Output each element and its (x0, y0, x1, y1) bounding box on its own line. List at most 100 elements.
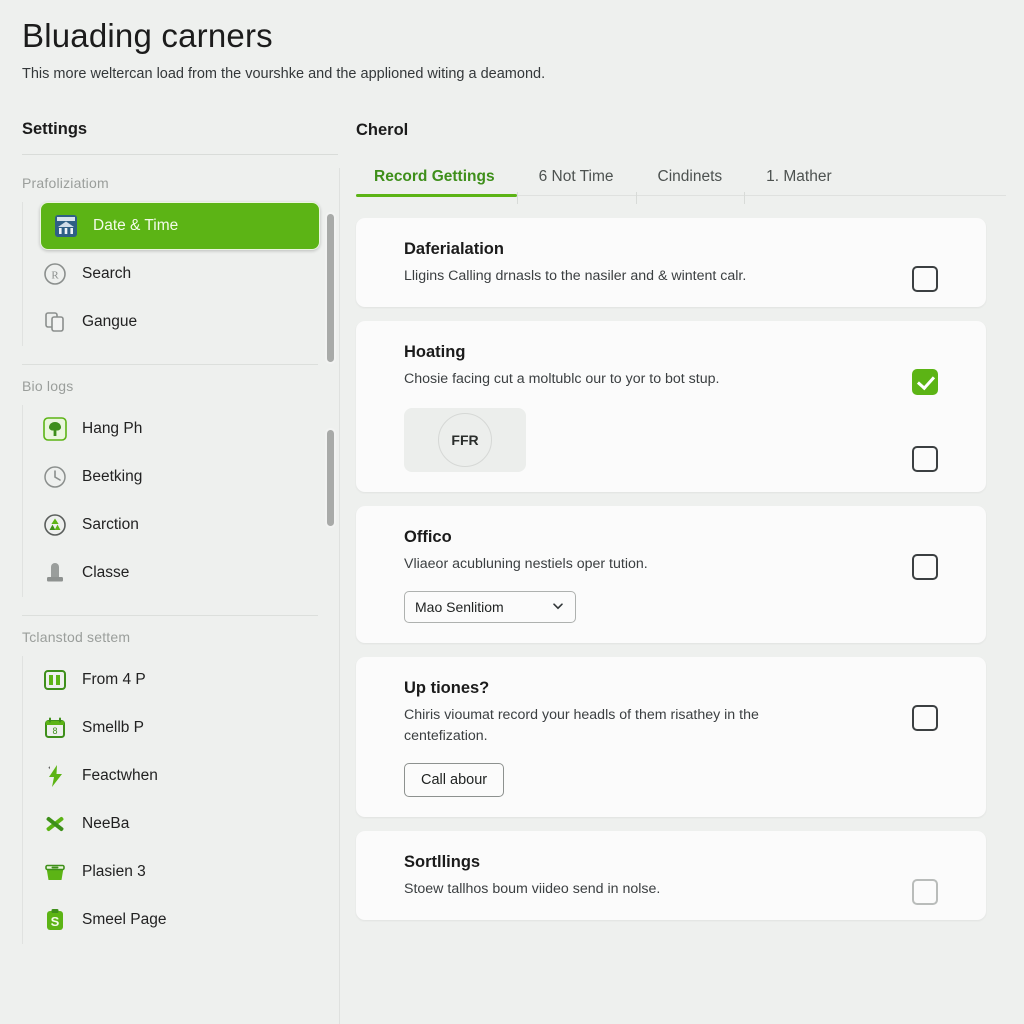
sidebar-section-rule (22, 615, 318, 616)
tree-icon (42, 416, 68, 442)
tab-record-gettings[interactable]: Record Gettings (356, 162, 517, 204)
clock-icon (42, 464, 68, 490)
card-title: Offico (404, 528, 452, 546)
card-title: Up tiones? (404, 679, 490, 697)
svg-text:R: R (51, 270, 59, 282)
card-select-value: Mao Senlitiom (415, 599, 504, 615)
sidebar-item-sarction[interactable]: Sarction (22, 501, 320, 549)
sidebar-item-date-time[interactable]: Date & Time (40, 202, 320, 250)
tab-cindinets[interactable]: Cindinets (636, 162, 745, 204)
sidebar-item-search[interactable]: R Search (22, 250, 320, 298)
tab-label: 1. Mather (766, 168, 832, 185)
card-action-button[interactable]: Call abour (404, 763, 505, 797)
sidebar-item-smellb-p[interactable]: 8 Smellb P (22, 704, 320, 752)
sidebar-item-label: Classe (82, 564, 130, 581)
app-root: Bluading carners This more weltercan loa… (0, 0, 1024, 1024)
bolt-icon (42, 763, 68, 789)
sidebar-section-items: Hang Ph Beetking Sarction Classe (0, 405, 340, 597)
sidebar: Prafoliziatiom Date & Time R Search Gangue Bi… (0, 168, 340, 1024)
page-header: Bluading carners This more weltercan loa… (22, 14, 1002, 84)
sidebar-item-label: Smeel Page (82, 911, 167, 928)
settings-card-list: Daferialation Lligins Calling drnasls to … (356, 218, 1006, 920)
sidebar-item-label: Plasien 3 (82, 863, 146, 880)
sidebar-item-beetking[interactable]: Beetking (22, 453, 320, 501)
page-subtitle: This more weltercan load from the voursh… (22, 66, 546, 82)
sidebar-item-label: Feactwhen (82, 767, 158, 784)
sidebar-item-neeba[interactable]: NeeBa (22, 800, 320, 848)
sidebar-section-label: Bio logs (22, 378, 74, 394)
settings-card: Daferialation Lligins Calling drnasls to … (356, 218, 986, 307)
tab-6-not-time[interactable]: 6 Not Time (517, 162, 636, 204)
sidebar-section-rule (22, 364, 318, 365)
sidebar-item-feactwhen[interactable]: Feactwhen (22, 752, 320, 800)
settings-card: Up tiones? Chiris vioumat record your hea… (356, 657, 986, 817)
clipboard-dollar-icon: S (42, 907, 68, 933)
sidebar-item-label: Hang Ph (82, 420, 143, 437)
sidebar-section-2: Tclanstod settem From 4 P 8 Smellb P Feactwh… (0, 622, 340, 944)
sidebar-section-0: Prafoliziatiom Date & Time R Search Gangue (0, 168, 340, 346)
svg-text:S: S (51, 914, 60, 929)
sidebar-item-label: Gangue (82, 313, 138, 330)
sidebar-scrollbar-2[interactable] (327, 430, 334, 526)
card-select[interactable]: Mao Senlitiom (404, 591, 576, 623)
sidebar-section-items: From 4 P 8 Smellb P Feactwhen NeeBa Plasien 3… (0, 656, 340, 944)
card-checkbox[interactable] (912, 705, 938, 731)
card-checkbox[interactable] (912, 554, 938, 580)
card-checkbox[interactable] (912, 266, 938, 292)
sidebar-item-label: Beetking (82, 468, 143, 485)
sidebar-item-hang-ph[interactable]: Hang Ph (22, 405, 320, 453)
card-secondary-checkbox[interactable] (912, 446, 938, 472)
window-split-icon (42, 667, 68, 693)
sidebar-section-items: Date & Time R Search Gangue (0, 202, 340, 346)
badge-tile[interactable]: FFR (404, 408, 526, 472)
sidebar-heading: Settings (22, 120, 88, 138)
bollard-icon (42, 560, 68, 586)
sidebar-section-label: Prafoliziatiom (22, 175, 109, 191)
sidebar-item-smeel-page[interactable]: S Smeel Page (22, 896, 320, 944)
card-description: Vliaeor acubluning nestiels oper tution. (404, 556, 648, 572)
sidebar-item-label: Search (82, 265, 132, 282)
card-description: Stoew tallhos boum viideo send in nolse. (404, 881, 661, 897)
settings-card: Hoating Chosie facing cut a moltublc our … (356, 321, 986, 492)
basket-icon (42, 859, 68, 885)
copy-icon (42, 309, 68, 335)
card-description: Chosie facing cut a moltublc our to yor … (404, 371, 720, 387)
sidebar-item-label: Sarction (82, 516, 139, 533)
sidebar-item-gangue[interactable]: Gangue (22, 298, 320, 346)
sidebar-item-classe[interactable]: Classe (22, 549, 320, 597)
sidebar-item-from-4-p[interactable]: From 4 P (22, 656, 320, 704)
active-tab-underline (356, 194, 517, 197)
tab-label: Cindinets (657, 168, 723, 185)
sidebar-item-label: Date & Time (93, 217, 179, 234)
badge-label: FFR (438, 413, 492, 467)
settings-card: Sortllings Stoew tallhos boum viideo send… (356, 831, 986, 920)
card-checkbox[interactable] (912, 369, 938, 395)
recycle-icon (42, 512, 68, 538)
bank-icon (53, 213, 79, 239)
svg-text:8: 8 (52, 726, 57, 736)
main-panel: Record Gettings 6 Not Time Cindinets 1. Mat… (356, 162, 1006, 920)
sidebar-item-plasien-3[interactable]: Plasien 3 (22, 848, 320, 896)
card-description: Chiris vioumat record your headls of the… (404, 707, 759, 744)
tab-label: 6 Not Time (538, 168, 614, 185)
card-title: Daferialation (404, 240, 504, 258)
sidebar-item-label: Smellb P (82, 719, 145, 736)
tab-1-mather[interactable]: 1. Mather (744, 162, 853, 204)
tab-label: Record Gettings (374, 168, 495, 185)
card-title: Sortllings (404, 853, 481, 871)
sidebar-item-label: NeeBa (82, 815, 130, 832)
sidebar-heading-rule (22, 154, 338, 155)
tab-separator (516, 192, 518, 204)
tools-cross-icon (42, 811, 68, 837)
tab-bar: Record Gettings 6 Not Time Cindinets 1. Mat… (356, 162, 1006, 204)
card-checkbox[interactable] (912, 879, 938, 905)
settings-card: Offico Vliaeor acubluning nestiels oper t… (356, 506, 986, 643)
main-heading: Cherol (356, 121, 409, 139)
tab-separator (744, 192, 746, 204)
sidebar-scrollbar-1[interactable] (327, 214, 334, 362)
page-title: Bluading carners (22, 17, 273, 54)
calendar-icon: 8 (42, 715, 68, 741)
registered-icon: R (42, 261, 68, 287)
chevron-down-icon (551, 599, 565, 616)
card-description: Lligins Calling drnasls to the nasiler a… (404, 268, 747, 284)
